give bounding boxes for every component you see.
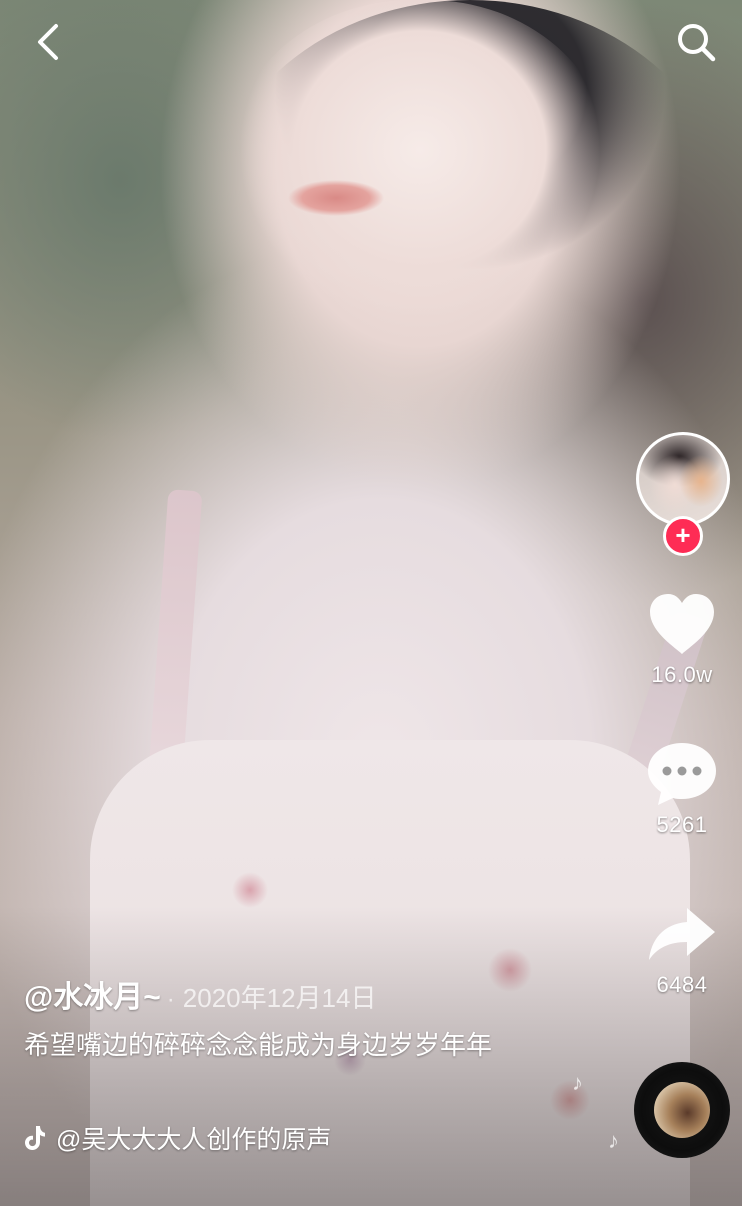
heart-icon — [650, 594, 714, 654]
music-note-icon: ♪ — [572, 1070, 583, 1095]
music-note-icon: ♪ — [608, 1128, 619, 1153]
comment-count: 5261 — [656, 812, 708, 837]
author-avatar-group: + — [636, 432, 732, 556]
separator-dot: · — [166, 986, 175, 1013]
share-button[interactable]: 6484 — [622, 896, 742, 998]
video-description: 希望嘴边的碎碎念念能成为身边岁岁年年 — [24, 1030, 493, 1060]
follow-button[interactable]: + — [663, 516, 703, 556]
tiktok-logo-icon — [25, 1126, 45, 1150]
share-count: 6484 — [656, 972, 708, 997]
search-icon — [678, 24, 716, 62]
caption: @水冰月~ · 2020年12月14日 希望嘴边的碎碎念念能成为身边岁岁年年 — [24, 972, 564, 1064]
search-button[interactable] — [672, 18, 720, 66]
music-disc[interactable] — [634, 1062, 730, 1158]
share-arrow-icon — [649, 908, 715, 960]
music-title: @吴大大大人创作的原声 — [56, 1126, 332, 1154]
like-count: 16.0w — [651, 662, 713, 687]
back-button[interactable] — [24, 18, 72, 66]
comment-icon — [648, 743, 716, 805]
music-info[interactable]: @吴大大大人创作的原声 — [24, 1120, 331, 1156]
author-line: @水冰月~ · 2020年12月14日 — [24, 972, 564, 1016]
chevron-left-icon — [38, 24, 58, 60]
like-button[interactable]: 16.0w — [622, 586, 742, 688]
author-name[interactable]: @水冰月~ — [24, 972, 161, 1016]
top-bar — [0, 0, 742, 90]
video-lips-shape — [288, 178, 384, 218]
music-cover — [654, 1082, 710, 1138]
post-date: 2020年12月14日 — [182, 983, 377, 1013]
plus-icon: + — [675, 520, 691, 550]
comment-button[interactable]: 5261 — [622, 736, 742, 838]
avatar[interactable] — [636, 432, 730, 526]
